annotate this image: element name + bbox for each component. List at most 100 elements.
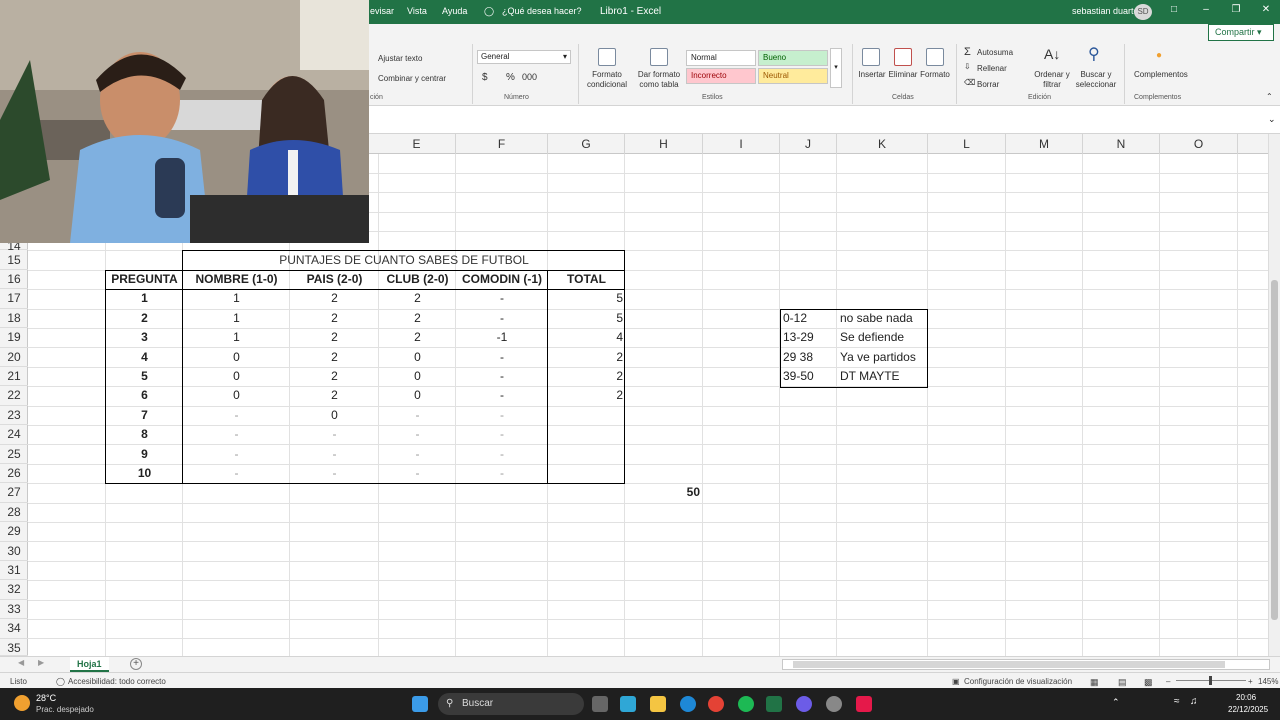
avatar[interactable]: SD — [1134, 4, 1152, 20]
styles-gallery-scroll[interactable]: ▾ — [830, 48, 842, 88]
cell-pregunta[interactable]: 5 — [106, 367, 183, 386]
tray-chevron-icon[interactable]: ⌃ — [1112, 697, 1120, 708]
merge-center-button[interactable]: Combinar y centrar — [378, 74, 446, 83]
row-header[interactable]: 25 — [0, 445, 28, 464]
addins-button[interactable]: Complementos — [1134, 70, 1188, 79]
row-header[interactable]: 20 — [0, 348, 28, 367]
style-normal[interactable]: Normal — [686, 50, 756, 66]
style-neutral[interactable]: Neutral — [758, 68, 828, 84]
share-button[interactable]: Compartir ▾ — [1208, 24, 1274, 41]
add-sheet-icon[interactable]: + — [130, 658, 142, 670]
cell-nombre[interactable]: 1 — [183, 289, 290, 308]
number-format-select[interactable]: General ▾ — [477, 50, 571, 64]
delete-button[interactable]: Eliminar — [886, 70, 920, 80]
column-header[interactable]: I — [703, 134, 780, 154]
page-break-icon[interactable]: ▩ — [1144, 677, 1153, 688]
cell-club[interactable]: 0 — [379, 386, 456, 405]
minimize-icon[interactable]: – — [1196, 4, 1216, 15]
row-header[interactable]: 22 — [0, 386, 28, 406]
find-select-button[interactable]: Buscar y seleccionar — [1074, 70, 1118, 90]
cell-pais[interactable]: 2 — [290, 386, 379, 405]
row-header[interactable]: 30 — [0, 542, 28, 561]
row-header[interactable]: 28 — [0, 503, 28, 523]
zoom-level[interactable]: 145% — [1258, 677, 1278, 686]
cell-comodin[interactable]: - — [456, 445, 548, 464]
style-bad[interactable]: Incorrecto — [686, 68, 756, 84]
zoom-slider-handle[interactable] — [1209, 676, 1212, 685]
cell-club[interactable]: 0 — [379, 348, 456, 367]
wifi-icon[interactable]: ≈ — [1174, 696, 1180, 707]
column-header[interactable]: K — [837, 134, 928, 154]
cell-pais[interactable]: 2 — [290, 289, 379, 308]
cell-pais[interactable]: - — [290, 464, 379, 483]
horizontal-scrollbar[interactable] — [782, 659, 1270, 670]
cell-nombre[interactable]: - — [183, 464, 290, 483]
row-header[interactable]: 27 — [0, 483, 28, 503]
sheet-tab-hoja1[interactable]: Hoja1 — [70, 657, 109, 672]
scroll-thumb[interactable] — [1271, 280, 1278, 620]
cell-pregunta[interactable]: 1 — [106, 289, 183, 308]
row-header[interactable]: 33 — [0, 600, 28, 620]
wrap-text-button[interactable]: Ajustar texto — [378, 54, 422, 63]
cell-club[interactable]: - — [379, 445, 456, 464]
cell-pregunta[interactable]: 10 — [106, 464, 183, 483]
autosum-button[interactable]: Autosuma — [977, 48, 1013, 57]
cell-club[interactable]: - — [379, 425, 456, 444]
fill-button[interactable]: Rellenar — [977, 64, 1007, 73]
row-header[interactable]: 34 — [0, 619, 28, 639]
cell-nombre[interactable]: - — [183, 406, 290, 425]
accessibility-status[interactable]: Accesibilidad: todo correcto — [68, 677, 166, 686]
formula-expand-icon[interactable]: ⌄ — [1268, 114, 1276, 125]
app-icon[interactable] — [796, 696, 812, 712]
taskbar-search[interactable]: ⚲ Buscar — [438, 693, 584, 715]
cell-nombre[interactable]: 1 — [183, 328, 290, 347]
clock-date[interactable]: 22/12/2025 — [1228, 705, 1268, 714]
insert-button[interactable]: Insertar — [856, 70, 888, 80]
scroll-thumb[interactable] — [793, 661, 1225, 668]
cell-pais[interactable]: - — [290, 445, 379, 464]
spotify-icon[interactable] — [738, 696, 754, 712]
cell-comodin[interactable]: - — [456, 386, 548, 405]
thousands-icon[interactable]: 000 — [522, 72, 537, 82]
cell-total[interactable]: 2 — [548, 386, 625, 405]
cell-nombre[interactable]: 0 — [183, 386, 290, 405]
cell-comodin[interactable]: - — [456, 367, 548, 386]
sort-filter-button[interactable]: Ordenar y filtrar — [1034, 70, 1070, 90]
cell-nombre[interactable]: 0 — [183, 367, 290, 386]
zoom-in-icon[interactable]: + — [1248, 677, 1253, 686]
cell-total[interactable] — [548, 445, 625, 464]
copilot-icon[interactable] — [620, 696, 636, 712]
cell-total[interactable] — [548, 425, 625, 444]
menu-revisar[interactable]: evisar — [370, 6, 394, 16]
clock-time[interactable]: 20:06 — [1236, 693, 1256, 702]
cell-pais[interactable]: 2 — [290, 348, 379, 367]
scroll-left-icon[interactable]: ◀ — [18, 658, 24, 667]
style-good[interactable]: Bueno — [758, 50, 828, 66]
cell-pais[interactable]: 2 — [290, 367, 379, 386]
file-explorer-icon[interactable] — [650, 696, 666, 712]
weather-condition[interactable]: Prac. despejado — [36, 705, 94, 714]
maximize-icon[interactable]: ❐ — [1226, 4, 1246, 15]
user-name[interactable]: sebastian duarte — [1072, 6, 1139, 16]
cell-comodin[interactable]: - — [456, 348, 548, 367]
cell-club[interactable]: - — [379, 464, 456, 483]
row-header[interactable]: 26 — [0, 464, 28, 484]
cell-pregunta[interactable]: 8 — [106, 425, 183, 444]
column-header[interactable]: L — [928, 134, 1006, 154]
cell-nombre[interactable]: 0 — [183, 348, 290, 367]
cell-club[interactable]: 0 — [379, 367, 456, 386]
cell-pregunta[interactable]: 2 — [106, 309, 183, 328]
cell-pregunta[interactable]: 4 — [106, 348, 183, 367]
column-header[interactable]: N — [1083, 134, 1160, 154]
cell-club[interactable]: 2 — [379, 328, 456, 347]
cell-comodin[interactable]: - — [456, 309, 548, 328]
weather-icon[interactable] — [14, 695, 30, 711]
row-header[interactable]: 32 — [0, 580, 28, 600]
cell-total[interactable]: 4 — [548, 328, 625, 347]
cell-nombre[interactable]: 1 — [183, 309, 290, 328]
normal-view-icon[interactable]: ▦ — [1090, 677, 1099, 688]
task-view-icon[interactable] — [592, 696, 608, 712]
cell-pregunta[interactable]: 6 — [106, 386, 183, 405]
column-header[interactable]: F — [456, 134, 548, 154]
conditional-format-button[interactable]: Formato condicional — [582, 70, 632, 90]
